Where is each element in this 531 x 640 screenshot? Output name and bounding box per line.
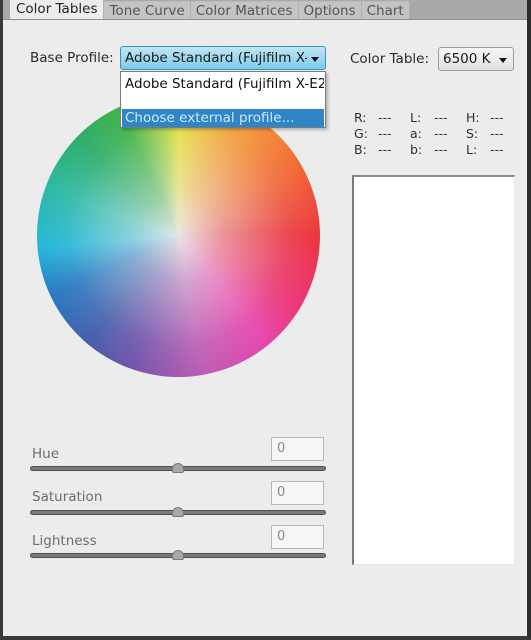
readout-row: B: --- b: --- L: --- (354, 142, 522, 158)
hue-slider-thumb[interactable] (172, 463, 184, 473)
base-profile-label: Base Profile: (30, 50, 114, 66)
tab-options[interactable]: Options (298, 1, 362, 19)
color-table-value: 6500 K (443, 51, 491, 67)
readout-key: B: (354, 142, 367, 157)
readout-key: b: (410, 142, 423, 157)
readout-value: --- (378, 126, 392, 141)
readout-key: L: (466, 142, 478, 157)
saturation-label: Saturation (32, 489, 103, 505)
readout-value: --- (378, 142, 392, 157)
readout-key: L: (410, 110, 422, 125)
base-profile-value: Adobe Standard (Fujifilm X-E2) (125, 50, 307, 66)
readout-value: --- (434, 110, 448, 125)
readout-value: --- (378, 110, 392, 125)
tab-tone-curve[interactable]: Tone Curve (104, 1, 191, 19)
base-profile-select[interactable]: Adobe Standard (Fujifilm X-E2) (120, 46, 326, 70)
tab-color-tables[interactable]: Color Tables (10, 0, 105, 19)
color-tables-window: Color Tables Tone Curve Color Matrices O… (0, 0, 531, 640)
tab-chart[interactable]: Chart (361, 1, 410, 19)
color-table-label: Color Table: (350, 51, 429, 67)
color-table-panel[interactable] (352, 175, 515, 565)
hue-input[interactable]: 0 (271, 437, 324, 461)
hue-label: Hue (32, 446, 60, 462)
saturation-input[interactable]: 0 (271, 481, 324, 505)
readout-key: R: (354, 110, 367, 125)
readout-key: S: (466, 126, 479, 141)
tab-color-matrices[interactable]: Color Matrices (190, 1, 299, 19)
readout-row: R: --- L: --- H: --- (354, 110, 522, 126)
readout-row: G: --- a: --- S: --- (354, 126, 522, 142)
lightness-input[interactable]: 0 (271, 525, 324, 549)
readout-value: --- (490, 142, 504, 157)
readout-value: --- (434, 126, 448, 141)
dropdown-option-adobe-standard[interactable]: Adobe Standard (Fujifilm X-E2) (122, 75, 324, 93)
chevron-down-icon (311, 57, 319, 62)
dropdown-option-choose-external[interactable]: Choose external profile... (122, 109, 324, 127)
readout-key: a: (410, 126, 422, 141)
readout-value: --- (490, 126, 504, 141)
lightness-label: Lightness (32, 533, 97, 549)
color-readout: R: --- L: --- H: --- G: --- a: --- S: --- B: --… (354, 110, 522, 158)
base-profile-dropdown: Adobe Standard (Fujifilm X-E2) Choose ex… (120, 71, 326, 128)
color-table-select[interactable]: 6500 K (438, 47, 514, 71)
color-wheel[interactable] (37, 94, 320, 377)
readout-value: --- (434, 142, 448, 157)
readout-key: H: (466, 110, 480, 125)
tab-bar: Color Tables Tone Curve Color Matrices O… (3, 0, 527, 20)
lightness-slider-thumb[interactable] (172, 550, 184, 560)
readout-value: --- (490, 110, 504, 125)
saturation-slider-thumb[interactable] (172, 507, 184, 517)
chevron-down-icon (499, 58, 507, 63)
readout-key: G: (354, 126, 368, 141)
